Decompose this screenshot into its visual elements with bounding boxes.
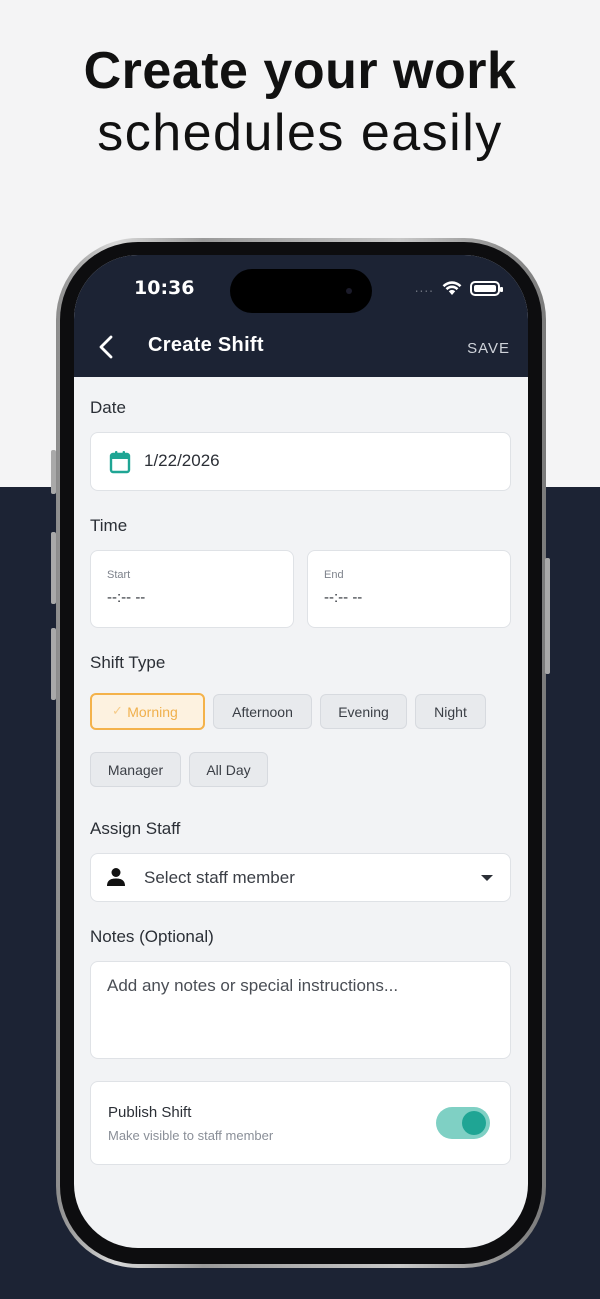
end-time-field[interactable]: End --:-- --: [307, 550, 511, 628]
phone-volume-down-button: [51, 628, 56, 700]
page-title: Create Shift: [148, 334, 264, 356]
chip-label: Manager: [107, 761, 164, 778]
chip-label: Night: [434, 703, 467, 720]
phone-action-button: [51, 450, 56, 494]
assign-staff-label: Assign Staff: [90, 819, 181, 838]
status-time: 10:36: [134, 277, 195, 299]
checkmark-icon: ✓: [112, 703, 123, 718]
battery-icon: [470, 280, 503, 296]
toggle-knob: [462, 1111, 486, 1135]
start-time-label: Start: [107, 569, 131, 581]
headline: Create your work schedules easily: [0, 40, 600, 164]
calendar-icon: [109, 451, 131, 474]
end-time-value: --:-- --: [324, 589, 363, 606]
chip-label: All Day: [206, 761, 251, 778]
chip-morning[interactable]: ✓ Morning: [90, 693, 205, 730]
dynamic-island: [230, 269, 372, 313]
publish-toggle[interactable]: [436, 1107, 490, 1139]
end-time-label: End: [324, 569, 344, 581]
chip-evening[interactable]: Evening: [320, 694, 407, 729]
notes-textarea[interactable]: Add any notes or special instructions...: [90, 961, 511, 1059]
chip-label: Afternoon: [232, 703, 293, 720]
time-label: Time: [90, 516, 128, 535]
save-button[interactable]: SAVE: [467, 340, 510, 357]
notes-placeholder: Add any notes or special instructions...: [107, 976, 399, 995]
chip-all-day[interactable]: All Day: [189, 752, 268, 787]
camera-dot: [346, 288, 352, 294]
staff-placeholder: Select staff member: [144, 868, 295, 887]
dropdown-arrow-icon: [481, 875, 493, 881]
app-header: 10:36 .... Create Shift SAVE: [74, 255, 528, 377]
date-value: 1/22/2026: [144, 451, 220, 470]
start-time-value: --:-- --: [107, 589, 146, 606]
date-label: Date: [90, 398, 126, 417]
phone-screen: 10:36 .... Create Shift SAVE Date 1/22/2…: [74, 255, 528, 1248]
chip-night[interactable]: Night: [415, 694, 486, 729]
chip-label: Evening: [338, 703, 389, 720]
staff-select[interactable]: Select staff member: [90, 853, 511, 902]
notes-label: Notes (Optional): [90, 927, 214, 946]
start-time-field[interactable]: Start --:-- --: [90, 550, 294, 628]
chip-afternoon[interactable]: Afternoon: [213, 694, 312, 729]
chip-label: Morning: [127, 703, 178, 720]
publish-subtitle: Make visible to staff member: [108, 1128, 274, 1143]
status-icons: ....: [414, 279, 503, 297]
publish-title: Publish Shift: [108, 1104, 192, 1121]
chevron-left-icon[interactable]: [96, 333, 120, 361]
wifi-icon: [442, 280, 462, 295]
phone-volume-up-button: [51, 532, 56, 604]
date-field[interactable]: 1/22/2026: [90, 432, 511, 491]
shift-type-label: Shift Type: [90, 653, 166, 672]
person-icon: [107, 868, 125, 886]
headline-line-1: Create your work: [83, 42, 517, 100]
publish-card: Publish Shift Make visible to staff memb…: [90, 1081, 511, 1165]
signal-dots: ....: [414, 281, 434, 295]
phone-power-button: [545, 558, 550, 674]
chip-manager[interactable]: Manager: [90, 752, 181, 787]
headline-line-2: schedules easily: [97, 104, 503, 162]
